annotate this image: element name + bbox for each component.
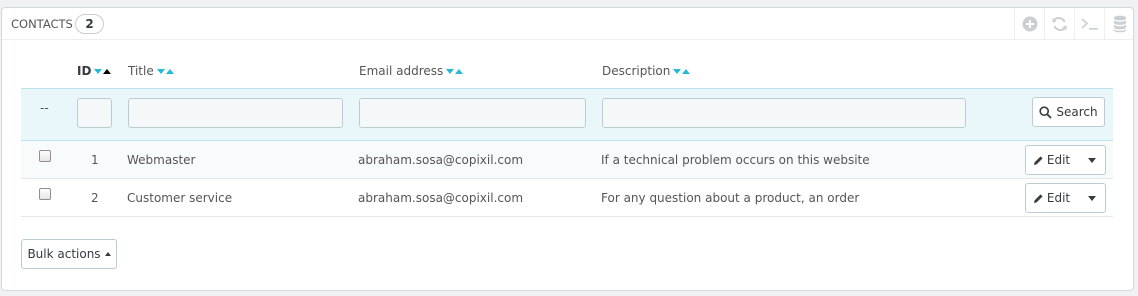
sort-asc-icon[interactable] xyxy=(103,69,112,74)
caret-down-icon xyxy=(1087,157,1096,163)
bulk-actions-label: Bulk actions xyxy=(27,247,101,261)
panel-title: CONTACTS xyxy=(11,17,73,31)
column-header-id: ID xyxy=(77,64,112,78)
table-header: ID Title Email address Description xyxy=(21,58,1113,82)
cell-description: For any question about a product, an ord… xyxy=(601,191,860,205)
column-header-email: Email address xyxy=(359,64,464,78)
filter-description-input[interactable] xyxy=(602,98,966,128)
row-actions: Edit xyxy=(1025,145,1106,175)
sort-asc-icon[interactable] xyxy=(165,69,174,74)
column-header-title: Title xyxy=(128,64,175,78)
sort-desc-icon[interactable] xyxy=(156,69,165,74)
refresh-button[interactable] xyxy=(1044,8,1074,40)
search-icon xyxy=(1039,105,1053,119)
row-select-checkbox[interactable] xyxy=(39,188,51,200)
add-new-button[interactable] xyxy=(1014,8,1044,40)
edit-button[interactable]: Edit xyxy=(1026,184,1078,212)
pencil-icon xyxy=(1033,193,1043,203)
column-header-label: Title xyxy=(128,64,154,78)
cell-title: Customer service xyxy=(127,191,233,205)
row-actions: Edit xyxy=(1025,183,1106,213)
caret-down-icon xyxy=(1087,195,1096,201)
column-header-description: Description xyxy=(602,64,691,78)
sql-manager-button[interactable] xyxy=(1104,8,1134,40)
column-header-label: ID xyxy=(77,64,92,78)
bulk-actions-button[interactable]: Bulk actions xyxy=(21,239,117,269)
show-sql-button[interactable] xyxy=(1074,8,1104,40)
filter-title-input[interactable] xyxy=(128,98,343,128)
filter-email-input[interactable] xyxy=(359,98,586,128)
cell-title: Webmaster xyxy=(127,153,196,167)
row-actions-dropdown-toggle[interactable] xyxy=(1078,184,1105,212)
row-actions-dropdown-toggle[interactable] xyxy=(1078,146,1105,174)
edit-button-label: Edit xyxy=(1046,191,1071,205)
table-row[interactable]: 1 Webmaster abraham.sosa@copixil.com If … xyxy=(21,141,1113,179)
sort-asc-icon[interactable] xyxy=(455,69,464,74)
filter-row: -- Search xyxy=(21,88,1113,141)
sort-controls xyxy=(446,64,464,78)
cell-id: 1 xyxy=(91,153,99,167)
cell-email: abraham.sosa@copixil.com xyxy=(358,153,524,167)
cell-id: 2 xyxy=(91,191,99,205)
column-header-label: Description xyxy=(602,64,671,78)
cell-description: If a technical problem occurs on this we… xyxy=(601,153,870,167)
add-new-icon xyxy=(1022,16,1037,32)
search-button[interactable]: Search xyxy=(1032,97,1105,127)
contacts-count-badge: 2 xyxy=(75,14,104,34)
filter-placeholder-dash: -- xyxy=(40,101,49,115)
sort-desc-icon[interactable] xyxy=(94,69,103,74)
sort-controls xyxy=(156,64,175,78)
row-select-checkbox[interactable] xyxy=(39,150,51,162)
sort-controls xyxy=(94,64,112,78)
sort-desc-icon[interactable] xyxy=(673,69,682,74)
edit-button-label: Edit xyxy=(1046,153,1071,167)
caret-up-icon xyxy=(104,252,111,256)
table-row[interactable]: 2 Customer service abraham.sosa@copixil.… xyxy=(21,179,1113,217)
cell-email: abraham.sosa@copixil.com xyxy=(358,191,524,205)
sort-asc-icon[interactable] xyxy=(682,69,691,74)
sort-controls xyxy=(673,64,691,78)
filter-id-input[interactable] xyxy=(77,98,112,128)
pencil-icon xyxy=(1033,155,1043,165)
column-header-label: Email address xyxy=(359,64,444,78)
terminal-icon xyxy=(1080,18,1098,30)
refresh-icon xyxy=(1052,17,1067,31)
edit-button[interactable]: Edit xyxy=(1026,146,1078,174)
sort-desc-icon[interactable] xyxy=(446,69,455,74)
panel-heading: CONTACTS 2 xyxy=(2,8,1133,40)
search-button-label: Search xyxy=(1056,105,1098,119)
database-icon xyxy=(1113,15,1126,33)
